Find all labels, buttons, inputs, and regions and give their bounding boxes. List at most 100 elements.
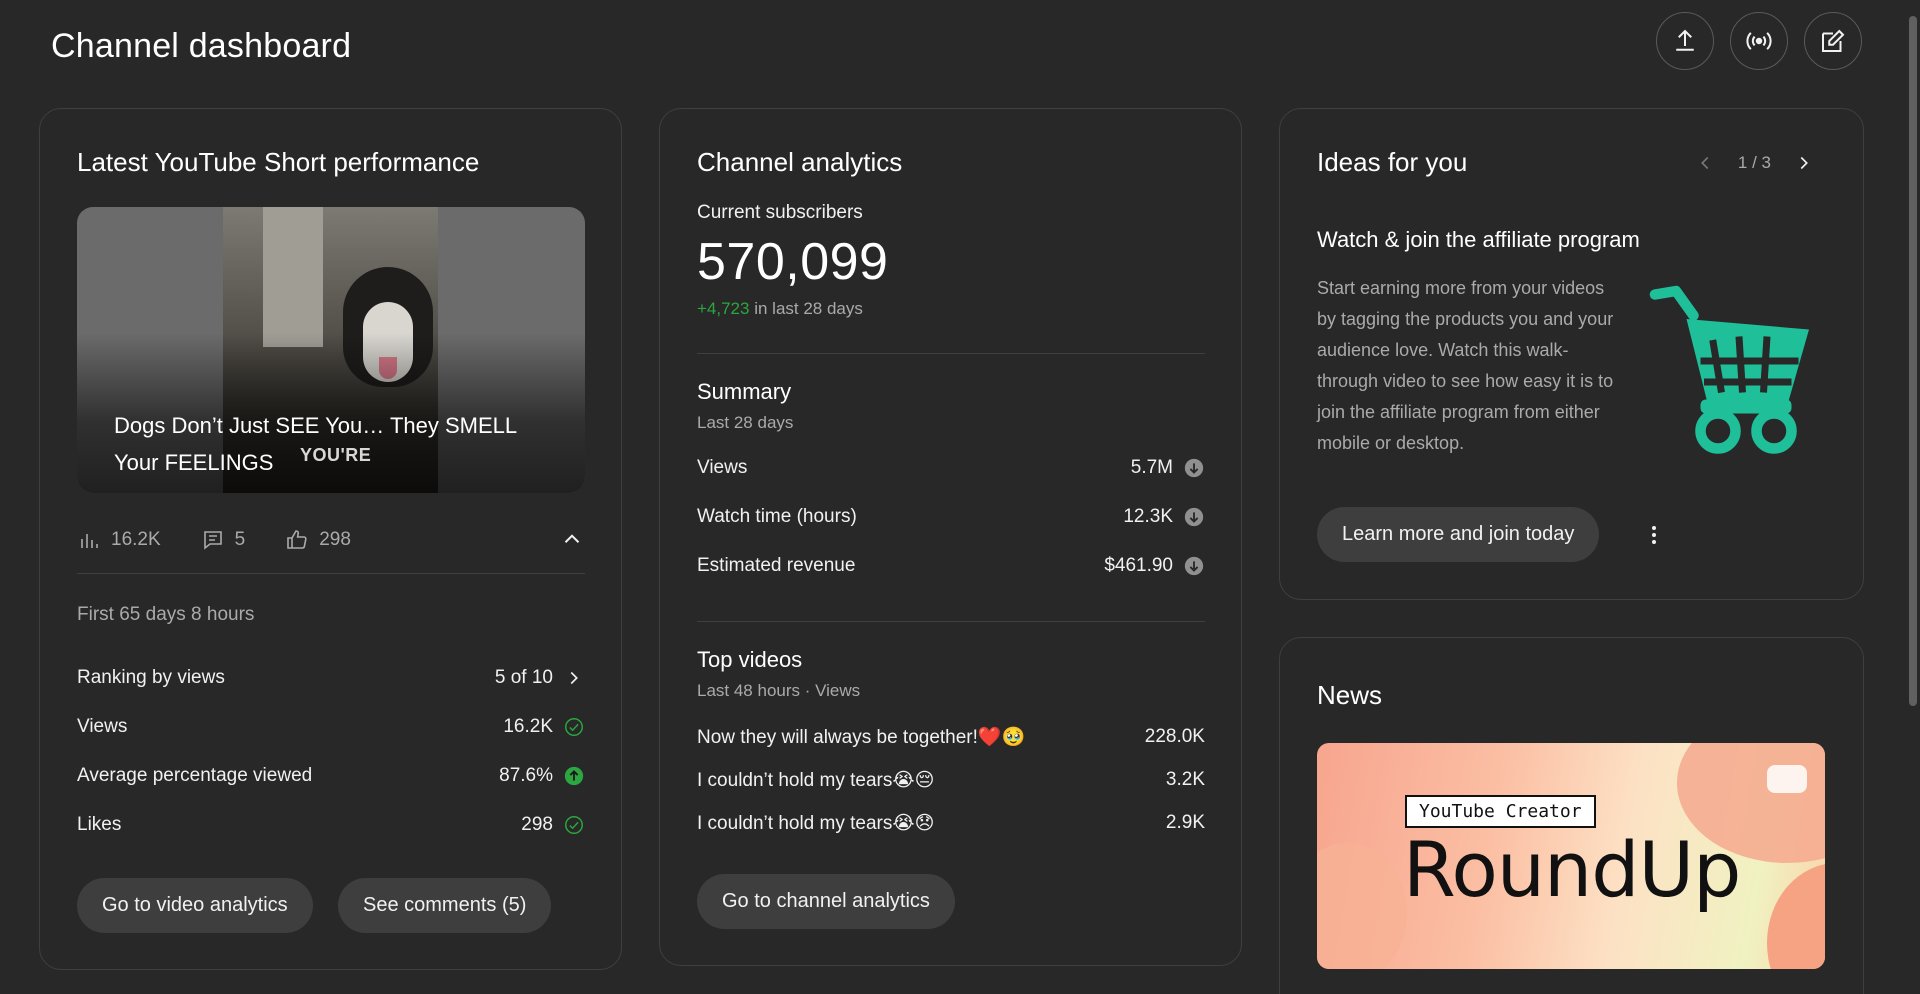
upload-button[interactable] [1656, 12, 1714, 70]
go-to-channel-analytics-button[interactable]: Go to channel analytics [697, 874, 955, 929]
card-title: Ideas for you [1317, 147, 1468, 177]
subscribers-count: 570,099 [697, 233, 889, 291]
chevron-up-icon[interactable] [559, 526, 585, 552]
top-video-views: 228.0K [1144, 726, 1205, 747]
subscribers-delta: +4,723 in last 28 days [697, 299, 863, 319]
thumbnail-sticker: YOU'RE [300, 445, 372, 465]
idea-title: Watch & join the affiliate program [1317, 227, 1640, 252]
divider [77, 573, 585, 574]
live-broadcast-icon [1746, 32, 1772, 50]
page-title: Channel dashboard [51, 27, 352, 65]
page-scrollbar[interactable] [1906, 0, 1920, 994]
summary-row-views: Views 5.7M [697, 455, 1205, 481]
header-actions [1656, 12, 1862, 70]
top-video-views: 3.2K [1165, 769, 1205, 790]
summary-value-wrap: 5.7M [1131, 457, 1205, 479]
metric-likes: Likes 298 [77, 812, 585, 838]
upload-icon [1676, 29, 1694, 51]
metric-value: 16.2K [503, 716, 553, 737]
top-video-title: Now they will always be together!❤️🥹 [697, 727, 1026, 748]
comment-icon [203, 531, 222, 550]
summary-value: 12.3K [1123, 506, 1173, 527]
news-card: News YouTube Creator RoundUp [1279, 637, 1864, 994]
channel-analytics-card: Channel analytics Current subscribers 57… [659, 108, 1242, 966]
metric-label: Ranking by views [77, 667, 225, 688]
see-comments-button[interactable]: See comments (5) [338, 878, 552, 933]
metric-value: 5 of 10 [494, 667, 553, 688]
subscribers-label: Current subscribers [697, 202, 863, 223]
subscribers-delta-suffix: in last 28 days [749, 299, 863, 318]
metric-value-wrap: 298 [521, 814, 585, 836]
chevron-left-icon[interactable] [1694, 152, 1716, 174]
metric-ranking[interactable]: Ranking by views 5 of 10 [77, 665, 585, 691]
metric-label: Average percentage viewed [77, 765, 313, 786]
create-post-icon [1822, 29, 1845, 52]
go-to-video-analytics-button[interactable]: Go to video analytics [77, 878, 313, 933]
summary-label: Views [697, 457, 748, 478]
arrow-down-circle-icon [1184, 556, 1204, 576]
card-title: Channel analytics [697, 147, 903, 177]
chevron-right-icon [570, 671, 578, 685]
top-video-row[interactable]: I couldn’t hold my tears😭😔 3.2K [697, 767, 1205, 793]
divider [697, 353, 1205, 354]
news-image-headline: RoundUp [1403, 825, 1741, 914]
more-vert-icon[interactable] [1642, 523, 1666, 547]
metric-value-wrap: 87.6% [499, 765, 585, 787]
news-image[interactable]: YouTube Creator RoundUp [1317, 743, 1825, 969]
thumbs-up-icon [287, 530, 307, 549]
create-post-button[interactable] [1804, 12, 1862, 70]
metric-value: 87.6% [499, 765, 553, 786]
scrollbar-thumb[interactable] [1909, 16, 1917, 706]
top-video-title: I couldn’t hold my tears😭😔 [697, 769, 935, 791]
summary-value: $461.90 [1104, 555, 1173, 576]
summary-title: Summary [697, 379, 792, 404]
bar-chart-icon [81, 534, 98, 548]
chevron-right-icon[interactable] [1793, 152, 1815, 174]
summary-row-watch-time: Watch time (hours) 12.3K [697, 504, 1205, 530]
period-label: First 65 days 8 hours [77, 604, 255, 625]
summary-value: 5.7M [1130, 457, 1173, 478]
news-image-tag: YouTube Creator [1405, 795, 1596, 828]
check-circle-icon [565, 816, 583, 834]
check-circle-icon [565, 718, 583, 736]
arrow-down-circle-icon [1184, 458, 1204, 478]
metric-value: 298 [521, 814, 553, 835]
top-video-row[interactable]: I couldn’t hold my tears😭😞 2.9K [697, 810, 1205, 836]
arrow-down-circle-icon [1184, 507, 1204, 527]
youtube-logo-icon [1767, 765, 1807, 793]
top-video-row[interactable]: Now they will always be together!❤️🥹 228… [697, 724, 1205, 750]
pager-label: 1 / 3 [1737, 153, 1771, 172]
summary-value-wrap: $461.90 [1104, 555, 1205, 577]
comments-count: 5 [234, 529, 246, 550]
latest-short-card: Latest YouTube Short performance Dogs Do… [39, 108, 622, 970]
comments-stat: 5 [201, 528, 246, 552]
summary-label: Estimated revenue [697, 555, 856, 576]
short-thumbnail[interactable]: Dogs Don’t Just SEE You… They SMELL Your… [77, 207, 585, 493]
summary-period: Last 28 days [697, 413, 794, 432]
card-title: News [1317, 680, 1383, 710]
summary-value-wrap: 12.3K [1123, 506, 1205, 528]
top-video-title: I couldn’t hold my tears😭😞 [697, 812, 935, 834]
divider [697, 621, 1205, 622]
idea-body: Start earning more from your videos by t… [1317, 278, 1614, 453]
likes-stat: 298 [285, 528, 351, 552]
top-video-views: 2.9K [1165, 812, 1205, 833]
arrow-up-circle-icon [564, 766, 584, 786]
metric-value-wrap: 5 of 10 [495, 667, 585, 689]
subscribers-delta-value: +4,723 [697, 299, 750, 318]
metric-label: Views [77, 716, 128, 737]
go-live-button[interactable] [1730, 12, 1788, 70]
summary-row-revenue: Estimated revenue $461.90 [697, 553, 1205, 579]
ideas-pager: 1 / 3 [1694, 152, 1815, 174]
top-videos-period: Last 48 hours · Views [697, 681, 861, 700]
news-blob [1317, 843, 1407, 969]
metric-avg-viewed: Average percentage viewed 87.6% [77, 763, 585, 789]
thumbnail-door [263, 207, 323, 347]
top-videos-title: Top videos [697, 647, 803, 672]
thumbnail-title: Dogs Don’t Just SEE You… They SMELL Your… [114, 413, 517, 475]
likes-count: 298 [319, 529, 351, 550]
metric-label: Likes [77, 814, 122, 835]
metric-views: Views 16.2K [77, 714, 585, 740]
learn-more-button[interactable]: Learn more and join today [1317, 507, 1600, 562]
views-count: 16.2K [111, 529, 161, 550]
